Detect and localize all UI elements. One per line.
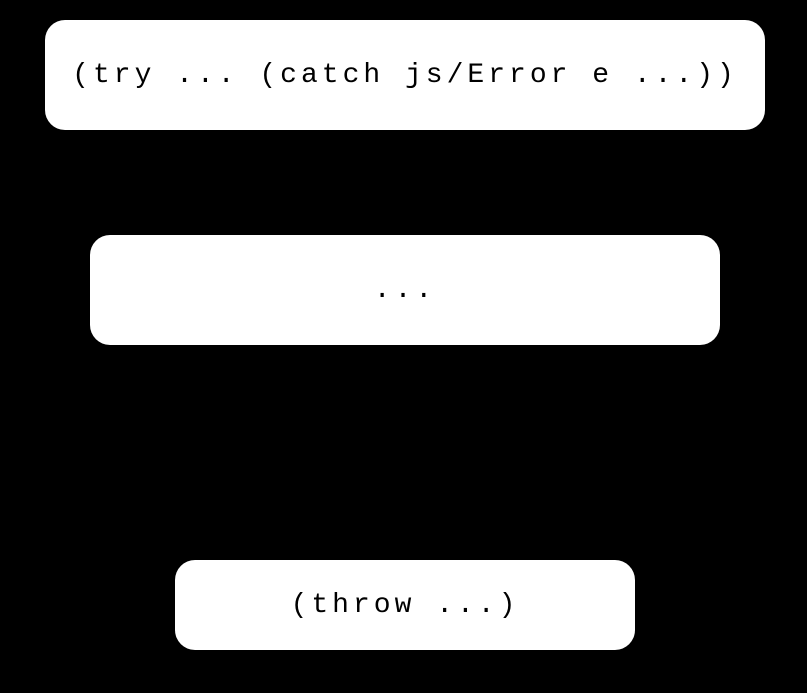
try-catch-box: (try ... (catch js/Error e ...)) (45, 20, 765, 130)
try-catch-text: (try ... (catch js/Error e ...)) (72, 60, 738, 91)
middle-text: ... (374, 275, 436, 306)
throw-box: (throw ...) (175, 560, 635, 650)
middle-box: ... (90, 235, 720, 345)
throw-text: (throw ...) (291, 590, 520, 621)
